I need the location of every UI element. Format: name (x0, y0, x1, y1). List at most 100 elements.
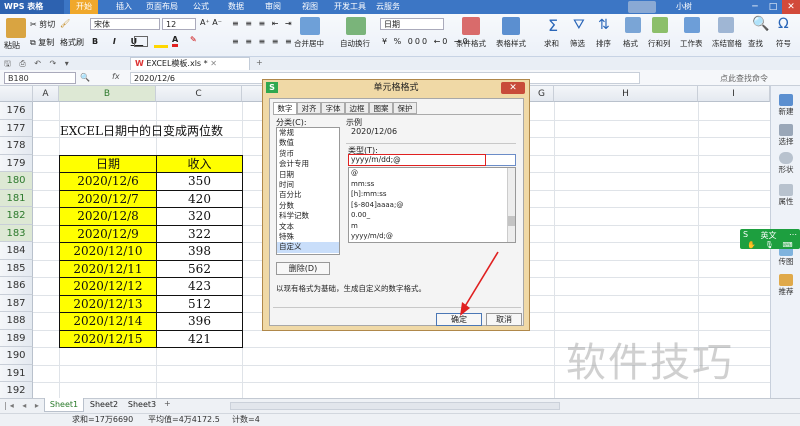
document-tab[interactable]: W EXCEL模板.xls * ✕ (130, 57, 250, 70)
header-cell-date[interactable]: 日期 (59, 154, 157, 173)
fill-color-icon[interactable] (154, 36, 168, 48)
type-list[interactable]: @ mm:ss [h]:mm:ss [$-804]aaaa;@ 0.00_ m yyyy/m… (348, 167, 516, 243)
paste-button[interactable]: 粘贴 (4, 40, 20, 51)
type-list-scrollbar[interactable] (507, 168, 515, 242)
pane-shape[interactable]: 形状 (771, 152, 800, 175)
worksheet-icon[interactable] (684, 17, 700, 33)
zoom-icon[interactable]: 🔍 (80, 73, 90, 82)
type-list-item[interactable]: [$-804]aaaa;@ (349, 200, 515, 211)
format-icon[interactable] (625, 17, 641, 33)
conditional-format-icon[interactable] (462, 17, 480, 35)
select-all-corner[interactable] (0, 86, 33, 102)
menu-insert[interactable]: 插入 (116, 0, 132, 14)
ime-language[interactable]: 英文 (761, 230, 777, 241)
pane-select[interactable]: 选择 (771, 124, 800, 147)
font-size-select[interactable]: 12 (162, 18, 196, 30)
date-cell[interactable]: 2020/12/9 (59, 224, 157, 243)
close-icon[interactable]: ✕ (782, 0, 800, 14)
rows-columns-icon[interactable] (652, 17, 668, 33)
freeze-panes-button[interactable]: 冻结窗格 (712, 38, 742, 49)
column-header-c[interactable]: C (156, 86, 242, 102)
type-list-item[interactable]: yyyy/m/d;@ (349, 231, 515, 242)
date-cell[interactable]: 2020/12/15 (59, 329, 157, 348)
new-tab-icon[interactable]: + (256, 58, 263, 67)
tab-protection[interactable]: 保护 (393, 102, 417, 114)
column-header-g[interactable]: G (530, 86, 554, 102)
date-cell[interactable]: 2020/12/11 (59, 259, 157, 278)
column-header-h[interactable]: H (554, 86, 698, 102)
scrollbar-thumb[interactable] (508, 216, 515, 226)
income-cell[interactable]: 396 (156, 312, 243, 331)
worksheet-button[interactable]: 工作表 (680, 38, 703, 49)
category-item[interactable]: 文本 (277, 222, 339, 232)
row-header-191[interactable]: 191 (0, 364, 33, 382)
income-cell[interactable]: 512 (156, 294, 243, 313)
sheet-tab-3[interactable]: Sheet3 (124, 400, 160, 409)
income-cell[interactable]: 421 (156, 329, 243, 348)
date-cell[interactable]: 2020/12/6 (59, 172, 157, 191)
filter-button[interactable]: 筛选 (570, 38, 585, 49)
menu-page-layout[interactable]: 页面布局 (146, 0, 178, 14)
row-header-179[interactable]: 179 (0, 154, 33, 172)
sum-button[interactable]: 求和 (544, 38, 559, 49)
name-box[interactable]: B180 (4, 72, 76, 84)
filter-icon[interactable]: ⛛ (573, 17, 585, 33)
table-style-button[interactable]: 表格样式 (496, 38, 526, 49)
category-item[interactable]: 百分比 (277, 190, 339, 200)
income-cell[interactable]: 350 (156, 172, 243, 191)
menu-formula[interactable]: 公式 (193, 0, 209, 14)
dialog-close-button[interactable]: ✕ (501, 82, 525, 94)
format-button[interactable]: 格式 (623, 38, 638, 49)
category-item[interactable]: 时间 (277, 180, 339, 190)
row-header-186[interactable]: 186 (0, 277, 33, 295)
date-cell[interactable]: 2020/12/10 (59, 242, 157, 261)
tab-font[interactable]: 字体 (321, 102, 345, 114)
category-item[interactable]: 特殊 (277, 232, 339, 242)
user-name[interactable]: 小树 (676, 0, 692, 14)
tab-number[interactable]: 数字 (273, 102, 297, 114)
pane-new[interactable]: 新建 (771, 94, 800, 117)
date-cell[interactable]: 2020/12/13 (59, 294, 157, 313)
type-input[interactable]: yyyy/m/dd;@ (348, 154, 486, 166)
rows-columns-button[interactable]: 行和列 (648, 38, 671, 49)
border-icon[interactable] (134, 36, 148, 47)
add-sheet-icon[interactable]: + (164, 399, 171, 408)
row-header-176[interactable]: 176 (0, 102, 33, 120)
wrap-text-icon[interactable] (346, 17, 366, 35)
ime-keyboard-icon[interactable]: ⌨ (782, 241, 792, 249)
row-header-183[interactable]: 183 (0, 224, 33, 242)
ime-hand-icon[interactable]: ✋ (747, 241, 756, 249)
row-header-189[interactable]: 189 (0, 329, 33, 347)
category-item[interactable]: 日期 (277, 170, 339, 180)
category-item[interactable]: 会计专用 (277, 159, 339, 169)
date-cell[interactable]: 2020/12/8 (59, 207, 157, 226)
font-grow-icon[interactable]: A⁺ A⁻ (200, 18, 222, 27)
table-style-icon[interactable] (502, 17, 520, 35)
income-cell[interactable]: 420 (156, 189, 243, 208)
category-list[interactable]: 常规 数值 货币 会计专用 日期 时间 百分比 分数 科学记数 文本 特殊 自定义 (276, 127, 340, 255)
column-header-b[interactable]: B (59, 86, 156, 102)
menu-review[interactable]: 审阅 (265, 0, 281, 14)
pane-recommend[interactable]: 推荐 (771, 274, 800, 297)
close-tab-icon[interactable]: ✕ (210, 59, 217, 68)
date-cell[interactable]: 2020/12/14 (59, 312, 157, 331)
tab-border[interactable]: 边框 (345, 102, 369, 114)
category-item[interactable]: 数值 (277, 138, 339, 148)
freeze-panes-icon[interactable] (718, 17, 734, 33)
income-cell[interactable]: 562 (156, 259, 243, 278)
ime-menu-icon[interactable]: ⋯ (789, 230, 797, 241)
find-button[interactable]: 查找 (748, 38, 763, 49)
type-list-item[interactable]: @ (349, 168, 515, 179)
type-list-item[interactable]: m (349, 221, 515, 232)
row-header-187[interactable]: 187 (0, 294, 33, 312)
delete-button[interactable]: 删除(D) (276, 262, 330, 275)
type-list-item[interactable]: mm:ss (349, 179, 515, 190)
number-format-select[interactable]: 日期 (380, 18, 444, 30)
command-search[interactable]: 点此查找命令 (720, 73, 768, 84)
format-painter-button[interactable]: 🖌 (60, 19, 70, 28)
font-name-select[interactable]: 宋体 (90, 18, 160, 30)
sheet-tab-1[interactable]: Sheet1 (44, 398, 84, 412)
skin-thumbnail[interactable] (628, 1, 656, 13)
ime-toolbar[interactable]: S 英文 ⋯ ✋ 🎙 ⌨ (740, 229, 800, 249)
row-header-178[interactable]: 178 (0, 137, 33, 155)
